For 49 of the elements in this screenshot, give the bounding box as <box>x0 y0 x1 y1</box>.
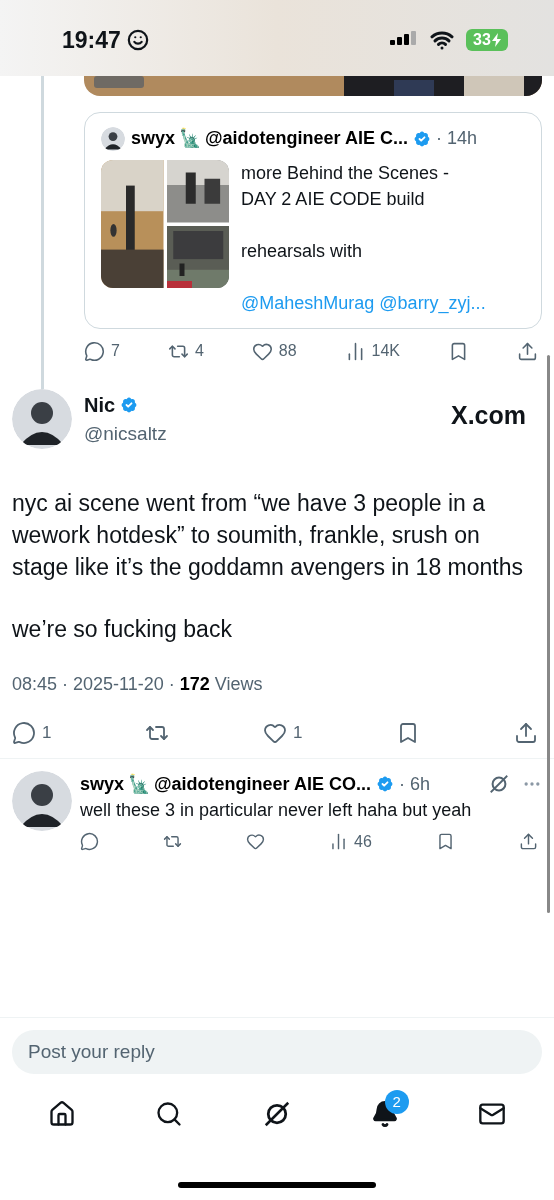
smiley-icon <box>126 29 149 51</box>
quoted-post-text: more Behind the Scenes - DAY 2 AIE CODE build rehearsals with @MaheshMurag @barry_zyj... <box>241 162 486 316</box>
repost-button[interactable]: 4 <box>167 339 204 363</box>
statue-emoji: 🗽 <box>128 772 151 796</box>
share-icon <box>514 720 538 745</box>
views-button[interactable]: 14K <box>344 339 401 363</box>
like-button[interactable]: 1 <box>263 720 303 746</box>
quoted-post-card[interactable]: swyx 🗽 @aidotengineer AIE C... · 14h more Behind the Scenes - DAY 2 AIE CODE build rehearsals with @MaheshMurag @barry_zyj... <box>84 112 542 329</box>
reply-field[interactable]: Post your reply <box>12 1030 542 1074</box>
reply-button[interactable]: 7 <box>84 339 120 363</box>
grok-icon[interactable] <box>488 773 510 795</box>
reply-icon <box>80 832 99 851</box>
like-button[interactable] <box>246 832 266 851</box>
author-handle: @nicsaltz <box>84 421 168 446</box>
statue-emoji: 🗽 <box>179 126 202 150</box>
avatar[interactable] <box>101 126 125 151</box>
author-handle: @aidotengineer AIE C... <box>205 127 408 150</box>
reply-icon <box>12 720 36 745</box>
like-button[interactable]: 88 <box>251 339 297 363</box>
grok-icon <box>262 1099 292 1129</box>
post-text: we’re so fucking back <box>12 615 233 644</box>
share-icon <box>518 832 538 851</box>
notification-badge: 2 <box>384 1090 409 1114</box>
reply-button[interactable]: 1 <box>12 720 52 746</box>
author-name: Nic <box>84 392 116 418</box>
battery-indicator: 33 <box>466 29 508 51</box>
share-button[interactable] <box>517 340 538 362</box>
share-icon <box>517 340 538 362</box>
bolt-icon <box>491 33 501 47</box>
heart-icon <box>246 832 266 851</box>
reply-icon <box>84 340 105 362</box>
post-time: · 14h <box>435 127 477 150</box>
reply-text: well these 3 in particular never left haha but yeah <box>80 798 473 822</box>
search-icon <box>155 1100 184 1128</box>
post-time: · 6h <box>398 772 430 796</box>
reply-button[interactable] <box>80 832 99 851</box>
post-meta: 08:45 · 2025-11-20 · 172 Views <box>12 673 264 696</box>
views-button[interactable]: 46 <box>329 829 372 854</box>
source-logo: X.com <box>450 400 527 431</box>
home-icon <box>47 1100 76 1128</box>
clock: 19:47 <box>62 25 121 55</box>
author-name: swyx <box>80 772 125 796</box>
author-handle: @aidotengineer AIE CO... <box>154 772 371 796</box>
share-button[interactable] <box>518 832 538 851</box>
avatar[interactable] <box>12 770 72 831</box>
post-text: nyc ai scene went from “we have 3 people in a wework hotdesk” to soumith, frankle, srush on stage like it’s the goddamn avengers in 18 months <box>12 489 524 582</box>
share-button[interactable] <box>514 720 538 745</box>
avatar[interactable] <box>12 389 72 449</box>
author-name: swyx <box>131 127 176 150</box>
